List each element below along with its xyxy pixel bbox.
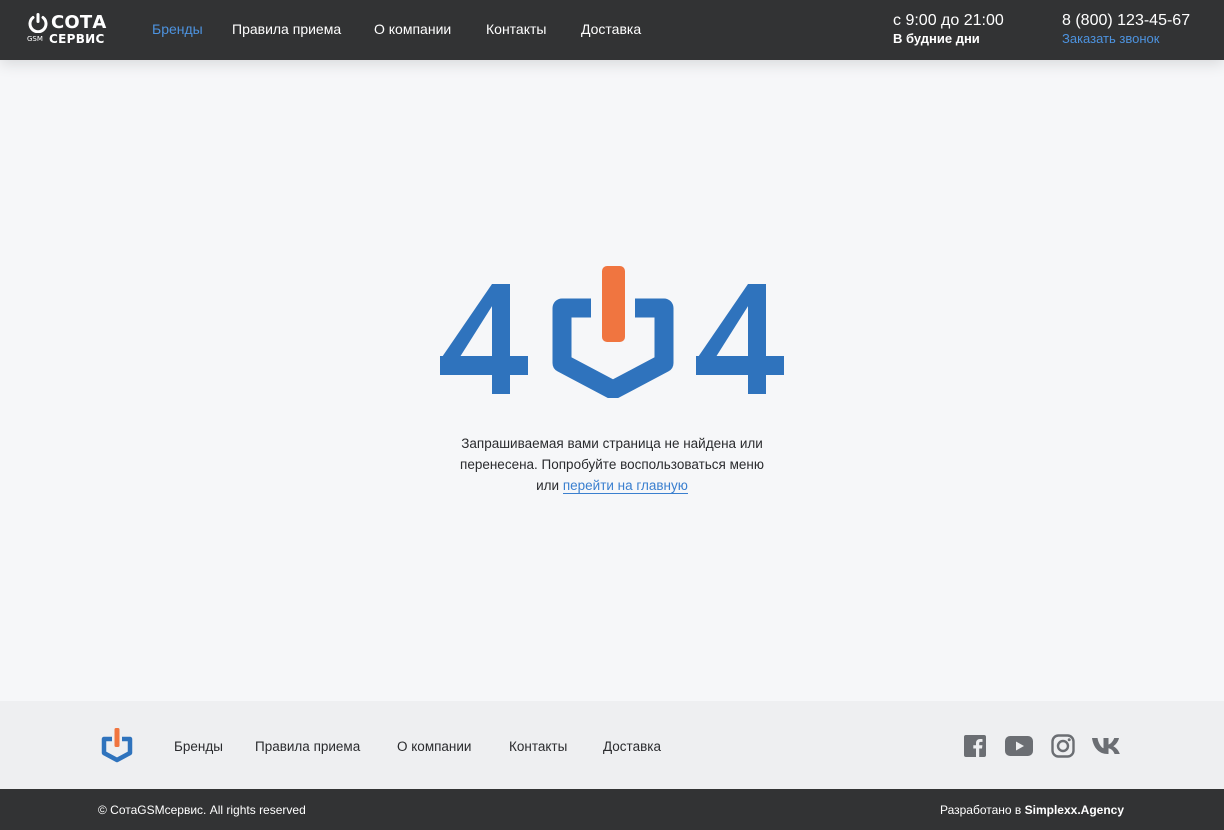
footer-nav-delivery[interactable]: Доставка bbox=[603, 738, 661, 756]
footer-nav-brands[interactable]: Бренды bbox=[174, 738, 223, 756]
footer-nav-about[interactable]: О компании bbox=[397, 738, 471, 756]
error-404-graphic: 404 bbox=[440, 266, 784, 398]
logo-gsm: GSM bbox=[27, 35, 43, 43]
header-contact: 8 (800) 123-45-67 Заказать звонок bbox=[1062, 12, 1190, 48]
site-footer: Бренды Правила приема О компании Контакт… bbox=[0, 701, 1224, 789]
main-content: 404 Запрашиваемая вами страница не найде… bbox=[0, 60, 1224, 701]
phone-link[interactable]: 8 (800) 123-45-67 bbox=[1062, 12, 1190, 30]
site-logo[interactable]: СОТА GSM СЕРВИС bbox=[27, 12, 115, 47]
facebook-icon bbox=[964, 735, 986, 757]
power-bar bbox=[602, 266, 625, 342]
instagram-link[interactable] bbox=[1047, 733, 1079, 759]
power-hexagon-zero bbox=[552, 266, 674, 398]
developer-link[interactable]: Simplexx.Agency bbox=[1025, 803, 1124, 817]
footer-nav-contacts[interactable]: Контакты bbox=[509, 738, 567, 756]
nav-delivery[interactable]: Доставка bbox=[581, 20, 641, 38]
bottom-bar: © СотаGSMсервис. All rights reserved Раз… bbox=[0, 789, 1224, 830]
power-hexagon-icon bbox=[101, 728, 133, 763]
footer-logo[interactable] bbox=[99, 727, 135, 768]
vk-icon bbox=[1092, 738, 1120, 754]
copyright-text: © СотаGSMсервис. All rights reserved bbox=[98, 803, 306, 817]
callback-link[interactable]: Заказать звонок bbox=[1062, 30, 1190, 48]
go-home-link[interactable]: перейти на главную bbox=[562, 478, 688, 494]
developer-prefix: Разработано в bbox=[939, 803, 1025, 817]
nav-about[interactable]: О компании bbox=[374, 20, 451, 38]
nav-acceptance-rules[interactable]: Правила приема bbox=[232, 20, 341, 38]
digit-four-right bbox=[696, 284, 784, 394]
hours-days: В будние дни bbox=[893, 31, 980, 46]
logo-subtitle: СЕРВИС bbox=[49, 32, 105, 46]
nav-contacts[interactable]: Контакты bbox=[486, 20, 546, 38]
facebook-link[interactable] bbox=[959, 733, 991, 759]
site-header: СОТА GSM СЕРВИС Бренды Правила приема О … bbox=[0, 0, 1224, 60]
working-hours: с 9:00 до 21:00 В будние дни bbox=[893, 12, 1004, 48]
hours-time: с 9:00 до 21:00 bbox=[893, 12, 1004, 29]
instagram-icon bbox=[1051, 734, 1075, 758]
error-message-line-1: Запрашиваемая вами страница не найдена и… bbox=[461, 436, 763, 451]
error-message-line-2: перенесена. Попробуйте воспользоваться м… bbox=[460, 457, 764, 472]
footer-nav-acceptance-rules[interactable]: Правила приема bbox=[255, 738, 360, 756]
digit-four-left bbox=[440, 284, 528, 394]
power-logo-icon bbox=[28, 13, 48, 33]
error-message: Запрашиваемая вами страница не найдена и… bbox=[412, 433, 812, 496]
developer-credit: Разработано в Simplexx.Agency bbox=[940, 802, 1124, 818]
logo-word: СОТА bbox=[51, 12, 107, 33]
error-message-prefix: или bbox=[536, 478, 563, 493]
youtube-icon bbox=[1005, 736, 1033, 756]
youtube-link[interactable] bbox=[1003, 733, 1035, 759]
nav-brands[interactable]: Бренды bbox=[152, 20, 203, 38]
vk-link[interactable] bbox=[1091, 733, 1123, 759]
